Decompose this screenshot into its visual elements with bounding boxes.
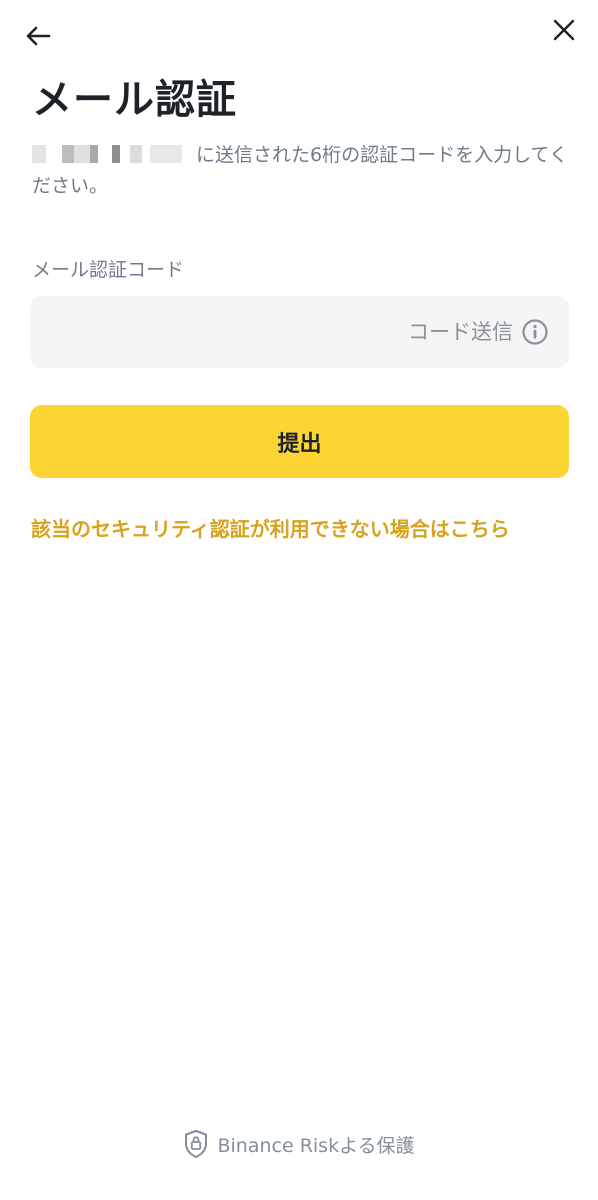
arrow-left-icon bbox=[26, 26, 51, 46]
footer-text: Binance Riskよる保護 bbox=[217, 1134, 415, 1157]
redacted-email bbox=[32, 144, 194, 163]
email-code-input[interactable] bbox=[48, 296, 382, 370]
shield-lock-icon bbox=[185, 1130, 208, 1158]
verification-description: に送信された6桁の認証コードを入力してください。 bbox=[32, 140, 572, 202]
email-code-field: コード送信 bbox=[30, 296, 569, 370]
close-icon bbox=[553, 19, 575, 41]
info-circle-icon[interactable] bbox=[521, 318, 549, 346]
submit-button[interactable]: 提出 bbox=[30, 405, 569, 478]
send-code-button[interactable]: コード送信 bbox=[408, 296, 513, 368]
footer-protection: Binance Riskよる保護 bbox=[0, 1126, 598, 1162]
back-button[interactable] bbox=[18, 16, 58, 56]
security-unavailable-link[interactable]: 該当のセキュリティ認証が利用できない場合はこちら bbox=[31, 512, 510, 546]
code-field-label: メール認証コード bbox=[32, 259, 185, 281]
close-button[interactable] bbox=[544, 10, 584, 50]
page-title: メール認証 bbox=[32, 77, 237, 123]
